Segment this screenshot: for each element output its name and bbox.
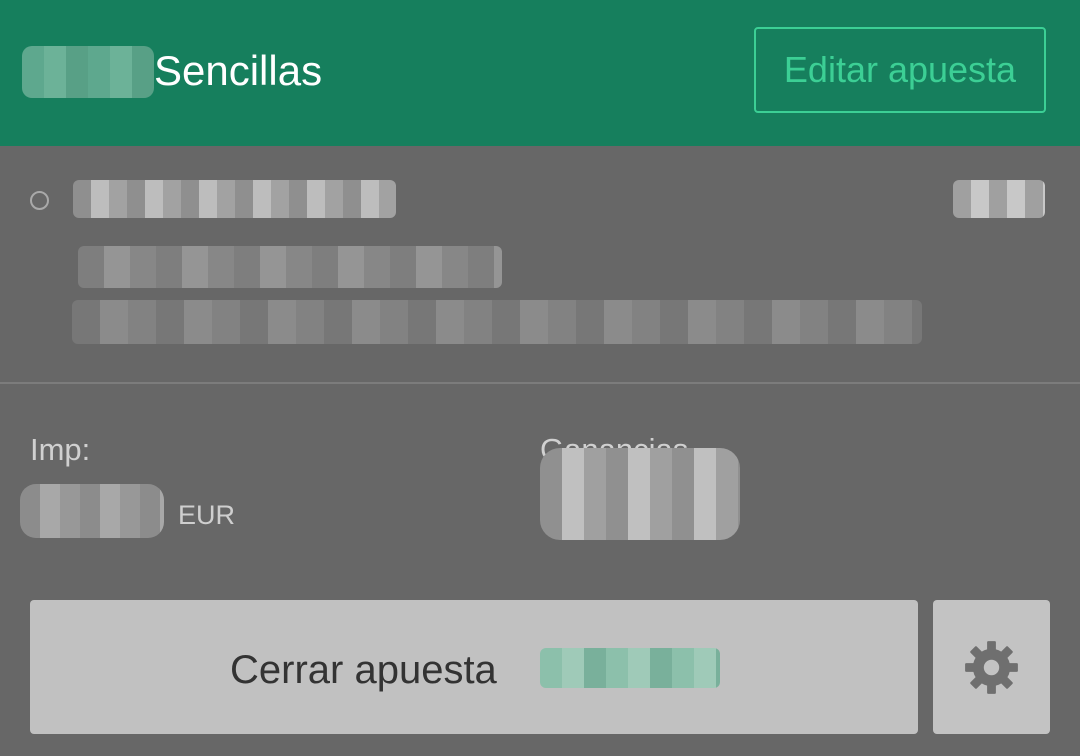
bet-type-title: Sencillas bbox=[154, 47, 323, 94]
close-bet-amount-redacted bbox=[540, 648, 720, 688]
close-bet-button[interactable]: Cerrar apuesta bbox=[30, 600, 918, 734]
market-name-redacted bbox=[78, 246, 502, 288]
close-bet-label: Cerrar apuesta bbox=[230, 648, 497, 692]
divider bbox=[0, 382, 1080, 384]
currency-label: EUR bbox=[178, 500, 236, 530]
selection-radio[interactable] bbox=[30, 191, 49, 210]
edit-bet-button[interactable]: Editar apuesta bbox=[754, 27, 1046, 113]
event-name-redacted bbox=[72, 300, 922, 344]
settings-button[interactable] bbox=[933, 600, 1050, 734]
bet-slip-header: Sencillas Editar apuesta bbox=[0, 0, 1080, 146]
selection-name-redacted bbox=[73, 180, 396, 218]
winnings-value-redacted bbox=[540, 448, 740, 540]
selection-odds-redacted bbox=[953, 180, 1045, 218]
bet-count-redacted bbox=[22, 46, 154, 98]
gear-icon bbox=[965, 641, 1018, 694]
stake-input-redacted[interactable] bbox=[20, 484, 164, 538]
stake-label: Imp: bbox=[30, 432, 91, 467]
